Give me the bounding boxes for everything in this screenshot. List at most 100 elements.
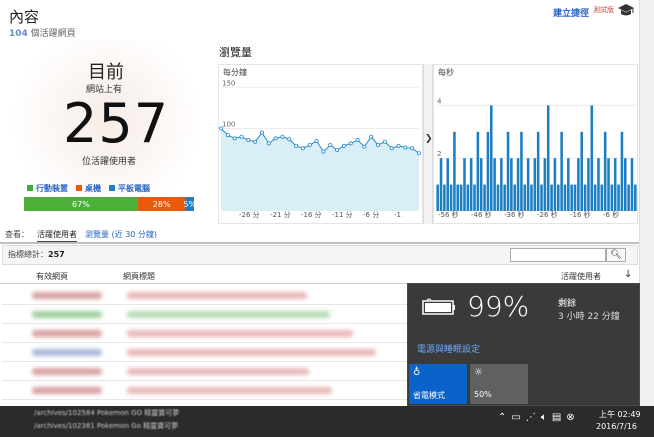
minute-point [239, 134, 244, 139]
tab-pageviews-30min[interactable]: 瀏覽量 (近 30 分鐘) [85, 229, 157, 243]
battery-flyout: 99% 剩餘 3 小時 22 分鐘 電源與睡眠設定 ♁ 省電模式 ☼ 50% [407, 283, 640, 406]
volume-icon[interactable]: 🔈︎ [541, 412, 547, 423]
second-y-tick: 4 [437, 97, 442, 105]
view-toggle: 查看： 活躍使用者 瀏覽量 (近 30 分鐘) [5, 229, 157, 243]
second-bar [610, 184, 614, 211]
minute-x-tick: -6 分 [363, 210, 379, 219]
active-pages-suffix: 個活躍網頁 [27, 29, 76, 39]
second-bar [526, 158, 530, 211]
second-bar [540, 184, 543, 211]
metric-total-value: 257 [48, 250, 65, 259]
second-bar [634, 184, 637, 211]
input-method-icon[interactable]: ⊗ [566, 412, 574, 423]
tab-active-users[interactable]: 活躍使用者 [37, 229, 77, 243]
legend-tablet-label: 平板電腦 [118, 184, 150, 193]
row1-title: Pokemon GO 精靈寶可夢 [97, 409, 180, 417]
blurred-page-path [32, 311, 102, 318]
brightness-tile[interactable]: ☼ 50% [470, 364, 528, 404]
wifi-icon[interactable]: ⋰ [526, 412, 536, 423]
row1-path: /archives/102584 [34, 409, 95, 417]
pageviews-title: 瀏覽量 [219, 46, 252, 59]
second-bar [580, 131, 583, 211]
battery-saver-tile[interactable]: ♁ 省電模式 [409, 364, 467, 404]
second-x-tick: -36 秒 [504, 210, 525, 219]
battery-icon [422, 298, 455, 315]
second-bar [456, 184, 460, 211]
second-x-tick: -16 秒 [570, 210, 591, 219]
chevron-right-icon: ❯ [425, 134, 433, 144]
battery-remaining-label: 剩餘 [558, 299, 577, 309]
minute-point [280, 134, 285, 139]
second-x-tick: -56 秒 [438, 210, 459, 219]
legend-mobile-label: 行動裝置 [36, 184, 68, 193]
second-bar [516, 158, 520, 211]
blurred-page-path [32, 292, 102, 299]
brightness-label: 50% [474, 390, 492, 399]
minute-point [294, 143, 299, 148]
battery-tray-icon[interactable]: ▭ [511, 412, 520, 423]
second-bar [587, 158, 590, 211]
second-bar [523, 184, 527, 211]
per-second-plot: 4 2 -56 秒 -46 秒 -36 秒 -26 秒 -16 秒 -6 秒 [436, 97, 637, 219]
second-bar [476, 131, 480, 211]
leaf-icon: ♁ [413, 367, 421, 378]
chevron-up-icon[interactable]: ⌃ [498, 412, 506, 423]
col-active-users[interactable]: 活躍使用者 [561, 271, 601, 282]
blurred-page-title [127, 387, 332, 394]
minute-point [382, 139, 387, 144]
second-bar [436, 184, 439, 211]
search-button[interactable]: 🔍︎ [606, 248, 626, 262]
legend-desktop-label: 桌機 [85, 184, 101, 193]
second-bar [617, 184, 620, 211]
beta-badge: 測試版 [593, 6, 614, 14]
battery-percent: 99% [467, 290, 530, 323]
col-active-page[interactable]: 有效網頁 [36, 271, 68, 282]
second-bar [506, 131, 510, 211]
second-bar [603, 131, 607, 211]
chart-divider[interactable]: ❯ [423, 64, 433, 224]
blurred-page-path [32, 330, 102, 337]
sort-arrow-icon[interactable]: ↓ [624, 269, 632, 280]
minute-point [300, 146, 305, 151]
col-page-title[interactable]: 網頁標題 [123, 271, 155, 282]
minute-point [376, 143, 381, 148]
search-icon: 🔍︎ [610, 250, 622, 260]
second-bar [570, 184, 573, 211]
minute-point [396, 143, 401, 148]
minute-x-tick: -21 分 [270, 210, 291, 219]
minute-point [246, 138, 251, 143]
power-sleep-settings-link[interactable]: 電源與睡眠設定 [417, 342, 480, 355]
clock-time[interactable]: 上午 02:49 [599, 409, 641, 420]
second-bar [496, 184, 500, 211]
minute-point [307, 143, 312, 148]
second-bar [530, 184, 533, 211]
minute-y-tick: 100 [222, 121, 235, 129]
second-bar [443, 184, 446, 211]
action-center-icon[interactable]: ▤ [552, 412, 561, 423]
minute-point [287, 137, 292, 142]
blurred-page-title [127, 292, 307, 299]
blurred-page-path [32, 368, 102, 375]
second-bar [600, 184, 604, 211]
second-bar [466, 184, 470, 211]
table-header: 有效網頁 網頁標題 活躍使用者 ↓ [0, 268, 639, 284]
create-shortcut-link[interactable]: 建立捷徑 [553, 6, 589, 19]
page-scrollbar[interactable] [640, 0, 654, 437]
second-bar [513, 184, 516, 211]
second-bar [486, 131, 490, 211]
second-bar [593, 184, 597, 211]
blurred-row-2: /archives/102381 Pokemon Go 精靈寶可夢 [34, 421, 178, 431]
second-bar [536, 131, 540, 211]
second-bar [560, 131, 563, 211]
second-bar [590, 105, 594, 211]
minute-point [416, 151, 421, 156]
second-bar [446, 158, 449, 211]
second-bar [577, 158, 580, 211]
second-bar [624, 158, 627, 211]
minute-point [232, 136, 237, 141]
second-bar [573, 184, 577, 211]
per-second-chart: 每秒 4 2 -56 秒 -46 秒 -36 秒 -26 秒 -16 秒 -6 秒 [433, 64, 638, 224]
graduation-cap-icon[interactable] [617, 3, 635, 17]
clock-date[interactable]: 2016/7/16 [596, 422, 637, 431]
table-search-input[interactable] [510, 248, 606, 262]
